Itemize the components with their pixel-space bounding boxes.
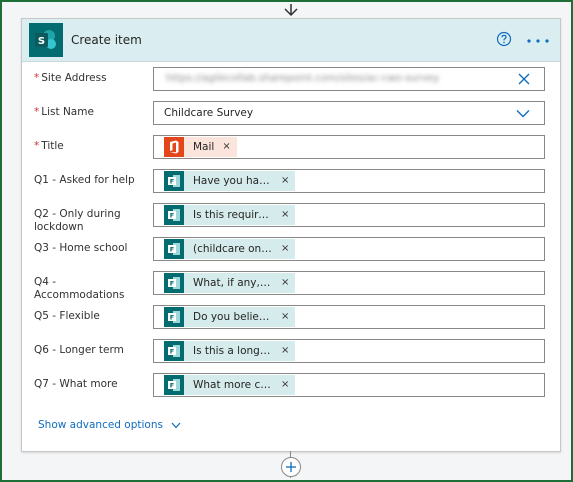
q6-label: Q6 - Longer term (34, 344, 124, 356)
add-step-button[interactable] (281, 457, 301, 477)
site-address-field[interactable]: https://agilecollab.sharepoint.com/sites… (153, 67, 545, 91)
sharepoint-icon: S (29, 23, 63, 57)
site-address-label: * Site Address (34, 72, 107, 84)
forms-icon: F (164, 205, 184, 225)
dynamic-content-token[interactable]: F Is this a longer ... × (164, 341, 296, 361)
svg-text:F: F (170, 314, 174, 322)
remove-token-icon[interactable]: × (281, 176, 289, 186)
list-name-label: * List Name (34, 106, 94, 118)
dynamic-content-token[interactable]: F Have you had ... × (164, 171, 296, 191)
svg-text:F: F (170, 212, 174, 220)
svg-text:F: F (170, 348, 174, 356)
token-label: Have you had ... (193, 175, 273, 187)
dynamic-content-token[interactable]: F Do you believe... × (164, 307, 296, 327)
token-label: Is this require... (193, 209, 273, 221)
advanced-label: Show advanced options (38, 419, 163, 431)
title-label: * Title (34, 140, 64, 152)
dynamic-content-token[interactable]: F What, if any, ac... × (164, 273, 296, 293)
q5-label: Q5 - Flexible (34, 310, 100, 322)
q5-field[interactable]: F Do you believe... × (153, 305, 545, 329)
token-label: What, if any, ac... (193, 277, 273, 289)
more-options-icon[interactable] (527, 39, 549, 43)
clear-icon[interactable] (518, 73, 530, 85)
q4-field[interactable]: F What, if any, ac... × (153, 271, 545, 295)
plus-icon (286, 462, 296, 472)
chevron-down-icon (171, 422, 181, 428)
q2-field[interactable]: F Is this require... × (153, 203, 545, 227)
title-field[interactable]: Mail × (153, 135, 545, 159)
forms-icon: F (164, 375, 184, 395)
q3-field[interactable]: F (childcare only)... × (153, 237, 545, 261)
token-label: Do you believe... (193, 311, 273, 323)
token-label: Mail (193, 141, 215, 153)
office-icon (164, 137, 184, 157)
q7-field[interactable]: F What more can... × (153, 373, 545, 397)
svg-text:S: S (38, 36, 45, 47)
q4-label: Q4 - Accommodations (34, 276, 125, 301)
forms-icon: F (164, 171, 184, 191)
q1-field[interactable]: F Have you had ... × (153, 169, 545, 193)
site-address-value: https://agilecollab.sharepoint.com/sites… (166, 73, 440, 84)
forms-icon: F (164, 239, 184, 259)
remove-token-icon[interactable]: × (281, 380, 289, 390)
chevron-down-icon[interactable] (516, 109, 530, 118)
q6-field[interactable]: F Is this a longer ... × (153, 339, 545, 363)
card-header[interactable]: S Create item (22, 19, 560, 62)
remove-token-icon[interactable]: × (281, 346, 289, 356)
list-name-dropdown[interactable]: Childcare Survey (153, 101, 545, 125)
remove-token-icon[interactable]: × (281, 278, 289, 288)
forms-icon: F (164, 341, 184, 361)
q7-label: Q7 - What more (34, 378, 118, 390)
token-label: Is this a longer ... (193, 345, 273, 357)
dynamic-content-token[interactable]: F (childcare only)... × (164, 239, 296, 259)
svg-text:F: F (170, 246, 174, 254)
remove-token-icon[interactable]: × (222, 142, 230, 152)
q2-label: Q2 - Only during lockdown (34, 208, 121, 233)
svg-text:F: F (170, 280, 174, 288)
create-item-action-card: S Create item * Site Address https://agil… (21, 18, 561, 452)
forms-icon: F (164, 307, 184, 327)
forms-icon: F (164, 273, 184, 293)
list-name-value: Childcare Survey (164, 107, 254, 119)
token-label: What more can... (193, 379, 273, 391)
dynamic-content-token[interactable]: Mail × (164, 137, 237, 157)
remove-token-icon[interactable]: × (281, 210, 289, 220)
flow-arrow-icon (284, 4, 298, 17)
q3-label: Q3 - Home school (34, 242, 128, 254)
dynamic-content-token[interactable]: F What more can... × (164, 375, 296, 395)
remove-token-icon[interactable]: × (281, 312, 289, 322)
token-label: (childcare only)... (193, 243, 273, 255)
help-icon[interactable] (496, 31, 512, 47)
remove-token-icon[interactable]: × (281, 244, 289, 254)
dynamic-content-token[interactable]: F Is this require... × (164, 205, 296, 225)
q1-label: Q1 - Asked for help (34, 174, 135, 186)
svg-text:F: F (170, 178, 174, 186)
show-advanced-options-link[interactable]: Show advanced options (38, 419, 181, 431)
card-title: Create item (71, 33, 142, 47)
svg-text:F: F (170, 382, 174, 390)
